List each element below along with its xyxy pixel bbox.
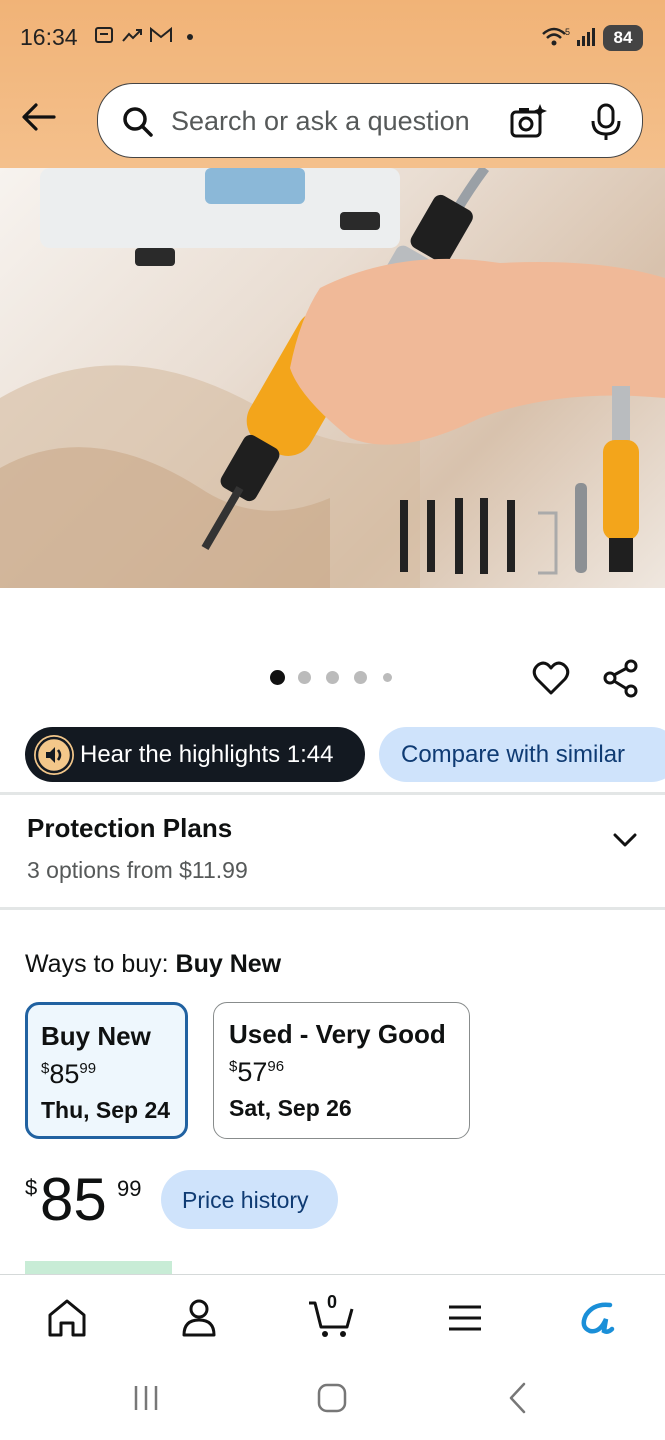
bottom-navigation	[0, 1274, 665, 1360]
app-header: 16:34 5 84 Search or ask a question	[0, 0, 665, 168]
search-bar[interactable]: Search or ask a question	[97, 83, 643, 158]
carousel-dot[interactable]	[354, 671, 367, 684]
recent-apps-icon[interactable]	[130, 1382, 162, 1419]
speaker-icon	[34, 735, 74, 775]
hear-highlights-label: Hear the highlights 1:44	[80, 741, 334, 768]
system-back-icon[interactable]	[502, 1380, 534, 1421]
share-icon[interactable]	[601, 658, 641, 703]
option-title: Used - Very Good	[229, 1019, 446, 1049]
product-photo-illustration	[0, 168, 665, 588]
protection-plans-subtitle: 3 options from $11.99	[27, 857, 248, 883]
system-navigation	[0, 1360, 665, 1440]
status-bar: 16:34 5 84	[0, 0, 665, 76]
home-system-icon[interactable]	[314, 1380, 350, 1421]
price-whole: 85	[40, 1166, 107, 1233]
buy-option-used[interactable]: Used - Very Good $5796 Sat, Sep 26	[213, 1002, 470, 1139]
option-delivery-date: Thu, Sep 24	[41, 1097, 171, 1123]
buy-option-new[interactable]: Buy New $8599 Thu, Sep 24	[25, 1002, 188, 1139]
section-divider	[0, 907, 665, 910]
menu-icon[interactable]	[440, 1293, 490, 1343]
wishlist-heart-icon[interactable]	[531, 658, 571, 703]
wifi-icon: 5	[541, 26, 571, 54]
ways-to-buy-label: Ways to buy:	[25, 950, 176, 978]
dot-icon	[186, 26, 194, 50]
rufus-assistant-icon[interactable]	[574, 1293, 624, 1343]
option-title: Buy New	[41, 1021, 151, 1051]
product-image[interactable]	[0, 168, 665, 588]
home-icon[interactable]	[42, 1293, 92, 1343]
ways-to-buy-selected: Buy New	[175, 950, 282, 978]
search-icon	[120, 104, 156, 145]
account-icon[interactable]	[174, 1293, 224, 1343]
search-input[interactable]: Search or ask a question	[171, 106, 470, 137]
option-price: $5796	[229, 1057, 285, 1087]
status-time: 16:34	[20, 24, 78, 50]
back-button[interactable]	[16, 96, 62, 142]
price-cents: 99	[117, 1176, 142, 1201]
svg-text:5: 5	[565, 27, 570, 37]
section-divider	[0, 792, 665, 795]
option-price: $8599	[41, 1059, 97, 1089]
notification-icon	[94, 26, 114, 50]
carousel-dot[interactable]	[298, 671, 311, 684]
trend-icon	[121, 26, 145, 50]
price-history-button[interactable]: Price history	[161, 1170, 338, 1229]
protection-plans-title: Protection Plans	[27, 813, 233, 843]
chevron-down-icon[interactable]	[611, 826, 639, 859]
ways-to-buy-heading: Ways to buy: Buy New	[25, 950, 281, 979]
price-history-label: Price history	[182, 1187, 309, 1213]
signal-icon	[575, 26, 599, 54]
camera-search-icon[interactable]	[508, 102, 548, 147]
carousel-dot-active[interactable]	[270, 670, 285, 685]
cart-count-badge: 0	[327, 1292, 338, 1312]
compare-similar-button[interactable]: Compare with similar	[379, 727, 665, 782]
carousel-dot[interactable]	[383, 673, 392, 682]
gmail-icon	[149, 26, 173, 50]
microphone-icon[interactable]	[588, 102, 624, 147]
option-delivery-date: Sat, Sep 26	[229, 1095, 352, 1121]
compare-similar-label: Compare with similar	[401, 741, 626, 768]
carousel-dot[interactable]	[326, 671, 339, 684]
battery-indicator: 84	[603, 25, 643, 51]
arrow-left-icon	[22, 103, 56, 131]
price-currency: $	[25, 1175, 38, 1200]
hear-highlights-button[interactable]: Hear the highlights 1:44	[25, 727, 365, 782]
